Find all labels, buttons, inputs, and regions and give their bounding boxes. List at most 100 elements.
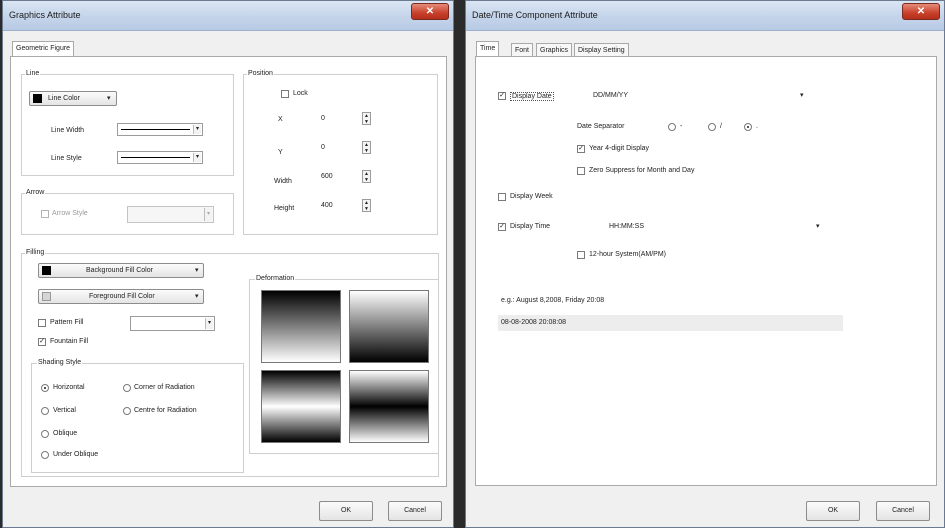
tab-geometric-figure[interactable]: Geometric Figure: [12, 41, 75, 57]
centre-radiation-label: Centre for Radiation: [134, 407, 197, 414]
time-format-select[interactable]: HH:MM:SS ▾: [606, 220, 826, 234]
ok-button[interactable]: OK: [319, 501, 373, 521]
width-label: Width: [274, 178, 292, 185]
lock-label: Lock: [293, 90, 308, 97]
cancel-button[interactable]: Cancel: [388, 501, 442, 521]
background-fill-color-button[interactable]: Background Fill Color ▾: [38, 263, 204, 278]
example-text: e.g.: August 8,2008, Friday 20:08: [501, 297, 605, 304]
line-color-button[interactable]: Line Color ▾: [29, 91, 117, 106]
height-input[interactable]: 400: [318, 199, 356, 212]
width-input[interactable]: 600: [318, 170, 356, 183]
hour12-label: 12-hour System(AM/PM): [589, 251, 667, 258]
year-4digit-label: Year 4-digit Display: [589, 145, 650, 152]
zero-suppress-checkbox[interactable]: [577, 167, 585, 175]
tab-font[interactable]: Font: [511, 43, 534, 57]
close-button[interactable]: ✕: [411, 3, 449, 20]
foreground-fill-color-button[interactable]: Foreground Fill Color ▾: [38, 289, 204, 304]
line-width-select[interactable]: ▾: [117, 123, 203, 136]
line-group-label: Line: [25, 70, 41, 77]
title-bar: Date/Time Component Attribute ✕: [466, 1, 944, 31]
tab-graphics[interactable]: Graphics: [536, 43, 573, 57]
deformation-preview-1[interactable]: [261, 290, 341, 363]
position-group-label: Position: [247, 70, 274, 77]
height-spinner[interactable]: ▲ ▼: [362, 199, 371, 212]
filling-group-label: Filling: [25, 249, 46, 256]
chevron-down-icon: ▾: [205, 318, 213, 329]
deformation-preview-4[interactable]: [349, 370, 429, 443]
display-date-label: Display Date: [510, 92, 554, 101]
horizontal-label: Horizontal: [53, 384, 85, 391]
width-spinner[interactable]: ▲ ▼: [362, 170, 371, 183]
x-input[interactable]: 0: [318, 112, 356, 125]
oblique-label: Oblique: [53, 430, 78, 437]
title-bar: Graphics Attribute ✕: [3, 1, 453, 31]
close-icon: ✕: [425, 6, 435, 17]
background-color-swatch: [42, 266, 51, 275]
chevron-down-icon: ▾: [193, 125, 201, 134]
horizontal-radio[interactable]: [41, 384, 49, 392]
hour12-checkbox[interactable]: [577, 251, 585, 259]
foreground-color-swatch: [42, 292, 51, 301]
line-color-swatch: [33, 94, 42, 103]
cancel-button[interactable]: Cancel: [876, 501, 930, 521]
lock-checkbox[interactable]: [281, 90, 289, 98]
deformation-preview-3[interactable]: [261, 370, 341, 443]
x-spinner[interactable]: ▲ ▼: [362, 112, 371, 125]
deformation-preview-2[interactable]: [349, 290, 429, 363]
geometric-figure-panel: Line Line Color ▾ Line Width ▾ Line Styl…: [10, 56, 447, 487]
arrow-style-select[interactable]: ▾: [127, 206, 214, 223]
y-label: Y: [278, 149, 283, 156]
dialog-title: Date/Time Component Attribute: [472, 10, 598, 20]
separator-slash-label: /: [720, 123, 722, 130]
time-panel: ✓ Display Date DD/MM/YY ▾ Date Separator…: [475, 56, 937, 486]
under-oblique-label: Under Oblique: [53, 451, 99, 458]
line-style-select[interactable]: ▾: [117, 151, 203, 164]
tab-display-setting[interactable]: Display Setting: [574, 43, 629, 57]
date-separator-label: Date Separator: [577, 123, 625, 130]
separator-dash-radio[interactable]: [668, 123, 676, 131]
close-icon: ✕: [916, 6, 926, 17]
corner-radiation-radio[interactable]: [123, 384, 131, 392]
display-date-checkbox[interactable]: ✓: [498, 92, 506, 100]
deformation-label: Deformation: [255, 275, 296, 282]
oblique-radio[interactable]: [41, 430, 49, 438]
display-week-checkbox[interactable]: [498, 193, 506, 201]
ok-button[interactable]: OK: [806, 501, 860, 521]
date-format-select[interactable]: DD/MM/YY ▾: [590, 89, 810, 103]
separator-slash-radio[interactable]: [708, 123, 716, 131]
line-width-label: Line Width: [51, 127, 85, 134]
separator-dot-radio[interactable]: [744, 123, 752, 131]
display-time-label: Display Time: [510, 223, 551, 230]
chevron-down-icon: ▾: [195, 267, 199, 274]
separator-dash-label: -: [680, 123, 683, 130]
datetime-attribute-dialog: Date/Time Component Attribute ✕ Time Fon…: [465, 0, 945, 528]
pattern-fill-checkbox[interactable]: [38, 319, 46, 327]
arrow-group-label: Arrow: [25, 189, 46, 196]
preview-field: 08-08-2008 20:08:08: [498, 315, 843, 331]
arrow-style-checkbox[interactable]: [41, 210, 49, 218]
graphics-attribute-dialog: Graphics Attribute ✕ Geometric Figure Li…: [2, 0, 454, 528]
arrow-style-label: Arrow Style: [52, 210, 88, 217]
close-button[interactable]: ✕: [902, 3, 940, 20]
pattern-fill-label: Pattern Fill: [50, 319, 84, 326]
line-style-label: Line Style: [51, 155, 82, 162]
fountain-fill-checkbox[interactable]: ✓: [38, 338, 46, 346]
chevron-down-icon: ▾: [204, 208, 212, 221]
chevron-down-icon: ▾: [816, 223, 820, 230]
x-label: X: [278, 116, 283, 123]
centre-radiation-radio[interactable]: [123, 407, 131, 415]
y-input[interactable]: 0: [318, 141, 356, 154]
height-label: Height: [274, 205, 295, 212]
pattern-select[interactable]: ▾: [130, 316, 215, 331]
display-time-checkbox[interactable]: ✓: [498, 223, 506, 231]
y-spinner[interactable]: ▲ ▼: [362, 141, 371, 154]
vertical-label: Vertical: [53, 407, 76, 414]
year-4digit-checkbox[interactable]: ✓: [577, 145, 585, 153]
vertical-radio[interactable]: [41, 407, 49, 415]
display-week-label: Display Week: [510, 193, 553, 200]
under-oblique-radio[interactable]: [41, 451, 49, 459]
chevron-down-icon: ▾: [800, 92, 804, 99]
shading-style-label: Shading Style: [37, 359, 83, 366]
tab-time[interactable]: Time: [476, 41, 500, 57]
zero-suppress-label: Zero Suppress for Month and Day: [589, 167, 695, 174]
